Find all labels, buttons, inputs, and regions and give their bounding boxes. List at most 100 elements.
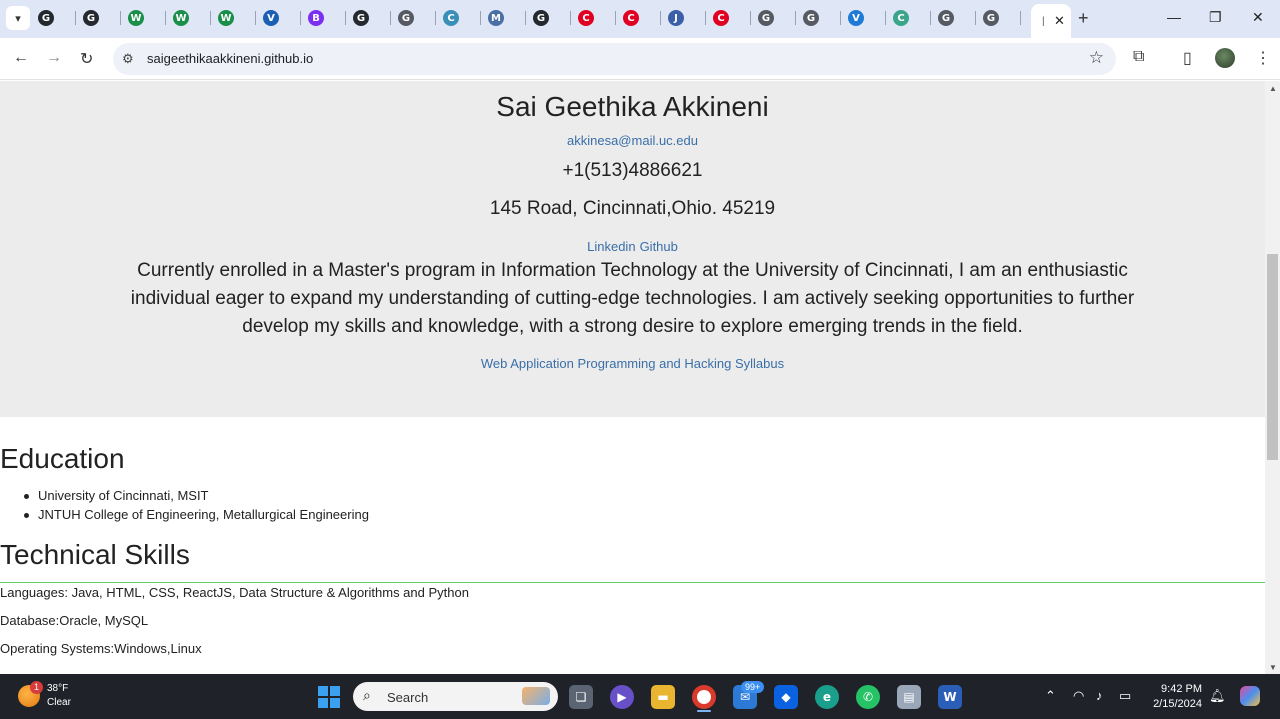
browser-tab[interactable]: C	[623, 7, 663, 29]
browser-tab[interactable]: C	[578, 7, 618, 29]
browser-tab[interactable]: G	[938, 7, 978, 29]
teams-icon[interactable]: ▶	[610, 685, 634, 709]
restore-button[interactable]: ❐	[1209, 9, 1222, 26]
social-links: Linkedin Github	[0, 239, 1265, 254]
globe-icon: G	[758, 10, 774, 26]
tab-separator	[390, 11, 391, 25]
circle-icon: C	[443, 10, 459, 26]
copilot-icon[interactable]	[1240, 686, 1260, 706]
wifi-icon[interactable]: ◠	[1073, 688, 1084, 704]
tab-separator	[255, 11, 256, 25]
address: 145 Road, Cincinnati,Ohio. 45219	[489, 198, 776, 219]
new-tab-button[interactable]: +	[1078, 8, 1089, 29]
system-clock[interactable]: 9:42 PM 2/15/2024	[1150, 682, 1202, 712]
bio-paragraph: Currently enrolled in a Master's program…	[130, 260, 1135, 337]
globe-icon: G	[938, 10, 954, 26]
word-icon[interactable]: W	[938, 685, 962, 709]
profile-header: Sai Geethika Akkineni akkinesa@mail.uc.e…	[0, 81, 1265, 417]
bookmark-star-icon[interactable]: ☆	[1089, 48, 1104, 68]
tab-separator	[930, 11, 931, 25]
browser-tab[interactable]: C	[713, 7, 753, 29]
browser-tab[interactable]: G	[398, 7, 438, 29]
browser-tab[interactable]: V	[848, 7, 888, 29]
github-icon: G	[533, 10, 549, 26]
whatsapp-icon[interactable]: ✆	[856, 685, 880, 709]
w-icon: W	[218, 10, 234, 26]
browser-tab[interactable]: G	[758, 7, 798, 29]
w-icon: W	[173, 10, 189, 26]
tab-separator	[345, 11, 346, 25]
edge-icon[interactable]: e	[815, 685, 839, 709]
browser-tab[interactable]: G	[83, 7, 123, 29]
weather-widget[interactable]: 1 38°F Clear	[18, 681, 71, 710]
scroll-down-icon[interactable]: ▼	[1269, 663, 1277, 672]
tab-separator	[975, 11, 976, 25]
linkedin-link[interactable]: Linkedin	[587, 239, 635, 254]
browser-tab[interactable]: C	[443, 7, 483, 29]
close-window-button[interactable]: ✕	[1252, 9, 1264, 26]
tab-separator	[75, 11, 76, 25]
tab-separator	[795, 11, 796, 25]
url-text[interactable]: saigeethikaakkineni.github.io	[147, 51, 313, 66]
globe-icon: G	[983, 10, 999, 26]
skill-database: Database:Oracle, MySQL	[0, 613, 149, 628]
active-tab[interactable]: | ✕	[1031, 4, 1071, 38]
email-link[interactable]: akkinesa@mail.uc.edu	[0, 133, 1265, 148]
battery-icon[interactable]: ▭	[1119, 688, 1131, 704]
extensions-icon[interactable]: ⧉	[1133, 48, 1144, 66]
browser-tab[interactable]: G	[353, 7, 393, 29]
taskbar-search[interactable]: ⌕ Search	[353, 682, 558, 711]
browser-tab[interactable]: M	[488, 7, 528, 29]
tab-separator	[210, 11, 211, 25]
chrome-icon[interactable]	[692, 685, 716, 712]
syllabus-link[interactable]: Web Application Programming and Hacking …	[0, 356, 1265, 371]
tab-separator	[435, 11, 436, 25]
notification-bell-icon[interactable]: 🔔︎	[1209, 688, 1226, 704]
browser-tab[interactable]: J	[668, 7, 708, 29]
tab-separator	[840, 11, 841, 25]
browser-tab[interactable]: W	[128, 7, 168, 29]
github-icon: G	[38, 10, 54, 26]
forward-button[interactable]: →	[46, 49, 62, 67]
github-link[interactable]: Github	[640, 239, 678, 254]
minimize-button[interactable]: —	[1167, 9, 1181, 25]
globe-icon: G	[398, 10, 414, 26]
back-button[interactable]: ←	[13, 49, 29, 67]
more-menu-icon[interactable]: ⋮	[1255, 48, 1271, 68]
browser-tab[interactable]: G	[803, 7, 843, 29]
file-explorer-icon[interactable]: ▬	[651, 685, 675, 709]
profile-avatar[interactable]	[1215, 48, 1235, 68]
windows-taskbar: 1 38°F Clear ⌕ Search ❏ ▶ ▬ ✉ 99+ ◆ e ✆ …	[0, 674, 1280, 719]
scrollbar-thumb[interactable]	[1267, 254, 1278, 460]
browser-tab[interactable]: B	[308, 7, 348, 29]
web-page: Sai Geethika Akkineni akkinesa@mail.uc.e…	[0, 81, 1265, 674]
browser-tab[interactable]: C	[893, 7, 933, 29]
browser-tab[interactable]: G	[38, 7, 78, 29]
browser-tab[interactable]: V	[263, 7, 303, 29]
tab-search-button[interactable]: ▾	[6, 6, 30, 30]
dropbox-icon[interactable]: ◆	[774, 685, 798, 709]
github-icon: G	[353, 10, 369, 26]
site-info-icon[interactable]: ⚙	[122, 51, 134, 67]
reload-button[interactable]: ↻	[80, 49, 93, 69]
browser-tab[interactable]: G	[533, 7, 573, 29]
profile-name: Sai Geethika Akkineni	[496, 91, 769, 122]
address-bar[interactable]: ⚙ saigeethikaakkineni.github.io ☆	[113, 43, 1116, 75]
chevron-up-icon[interactable]: ⌃	[1045, 688, 1056, 704]
weather-desc: Clear	[47, 697, 71, 708]
side-panel-icon[interactable]: ▯	[1183, 48, 1192, 68]
notepad-icon[interactable]: ▤	[897, 685, 921, 709]
uc-icon: C	[578, 10, 594, 26]
page-scrollbar[interactable]: ▲ ▼	[1265, 81, 1280, 674]
browser-tab[interactable]: W	[173, 7, 213, 29]
browser-tab[interactable]: G	[983, 7, 1023, 29]
education-item: University of Cincinnati, MSIT	[24, 488, 369, 507]
tab-separator	[1020, 11, 1021, 25]
tab-separator	[885, 11, 886, 25]
volume-icon[interactable]: ♪	[1096, 688, 1103, 703]
close-tab-icon[interactable]: ✕	[1054, 13, 1065, 29]
browser-tab[interactable]: W	[218, 7, 258, 29]
scroll-up-icon[interactable]: ▲	[1269, 84, 1277, 93]
start-button[interactable]	[318, 686, 340, 708]
task-view-icon[interactable]: ❏	[569, 685, 593, 709]
